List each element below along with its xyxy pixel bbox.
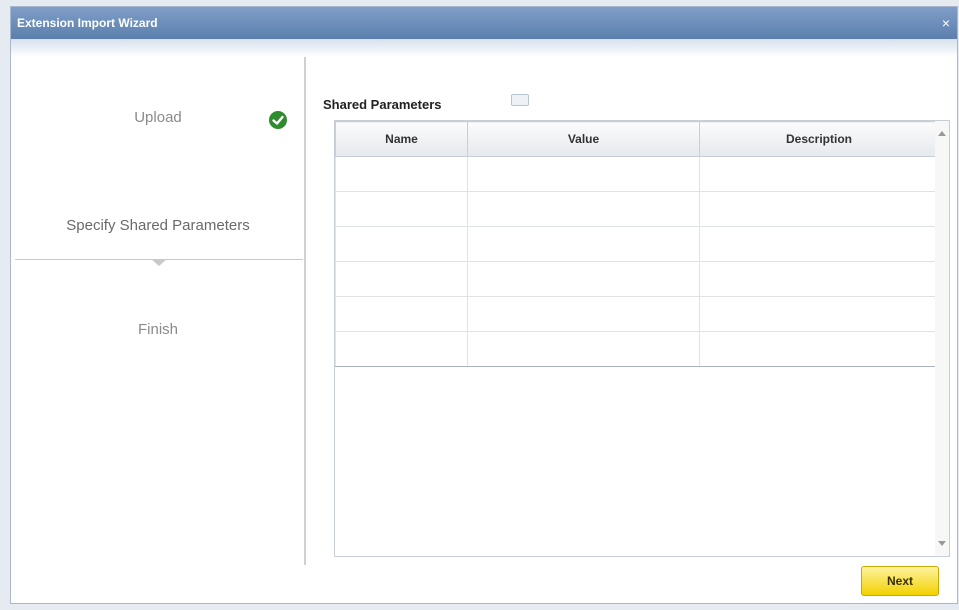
table-cell[interactable] [335,331,468,367]
table-cell[interactable] [467,191,700,227]
vertical-scrollbar[interactable] [935,121,949,556]
parameters-table: Name Value Description [335,121,939,367]
table-cell[interactable] [467,331,700,367]
scroll-down-icon[interactable] [938,541,946,546]
section-title: Shared Parameters [323,97,442,112]
table-row[interactable] [335,226,939,262]
step-specify-shared-parameters-label: Specify Shared Parameters [66,217,250,234]
column-header-description[interactable]: Description [699,121,939,157]
scroll-up-icon[interactable] [938,131,946,136]
extension-import-wizard-dialog: Extension Import Wizard × Upload Specify… [10,6,958,604]
table-row[interactable] [335,296,939,332]
table-cell[interactable] [335,226,468,262]
table-cell[interactable] [467,156,700,192]
next-button[interactable]: Next [861,566,939,596]
table-row[interactable] [335,261,939,297]
table-cell[interactable] [335,261,468,297]
dialog-title-bar[interactable]: Extension Import Wizard [11,7,957,39]
column-header-name[interactable]: Name [335,121,468,157]
title-strip [11,39,957,57]
table-cell[interactable] [699,191,939,227]
help-icon[interactable] [511,94,529,106]
table-cell[interactable] [467,226,700,262]
table-cell[interactable] [699,261,939,297]
current-step-pointer [151,259,167,266]
table-cell[interactable] [467,261,700,297]
step-upload-label: Upload [134,109,182,126]
checkmark-icon [269,111,287,129]
table-cell[interactable] [335,296,468,332]
column-header-value[interactable]: Value [467,121,700,157]
step-upload[interactable]: Upload [11,109,305,126]
table-row[interactable] [335,331,939,367]
step-specify-shared-parameters[interactable]: Specify Shared Parameters [11,217,305,234]
table-cell[interactable] [699,156,939,192]
table-cell[interactable] [699,296,939,332]
table-cell[interactable] [467,296,700,332]
close-icon[interactable]: × [939,16,953,30]
table-row[interactable] [335,191,939,227]
dialog-title: Extension Import Wizard [17,16,158,30]
table-cell[interactable] [335,156,468,192]
table-cell[interactable] [335,191,468,227]
step-finish-label: Finish [137,321,178,338]
table-cell[interactable] [699,226,939,262]
shared-parameters-grid: Name Value Description [334,120,950,557]
step-finish[interactable]: Finish [11,321,305,338]
wizard-steps: Upload Specify Shared Parameters Finish [11,57,305,565]
table-row[interactable] [335,156,939,192]
panel-separator [304,57,306,565]
table-cell[interactable] [699,331,939,367]
